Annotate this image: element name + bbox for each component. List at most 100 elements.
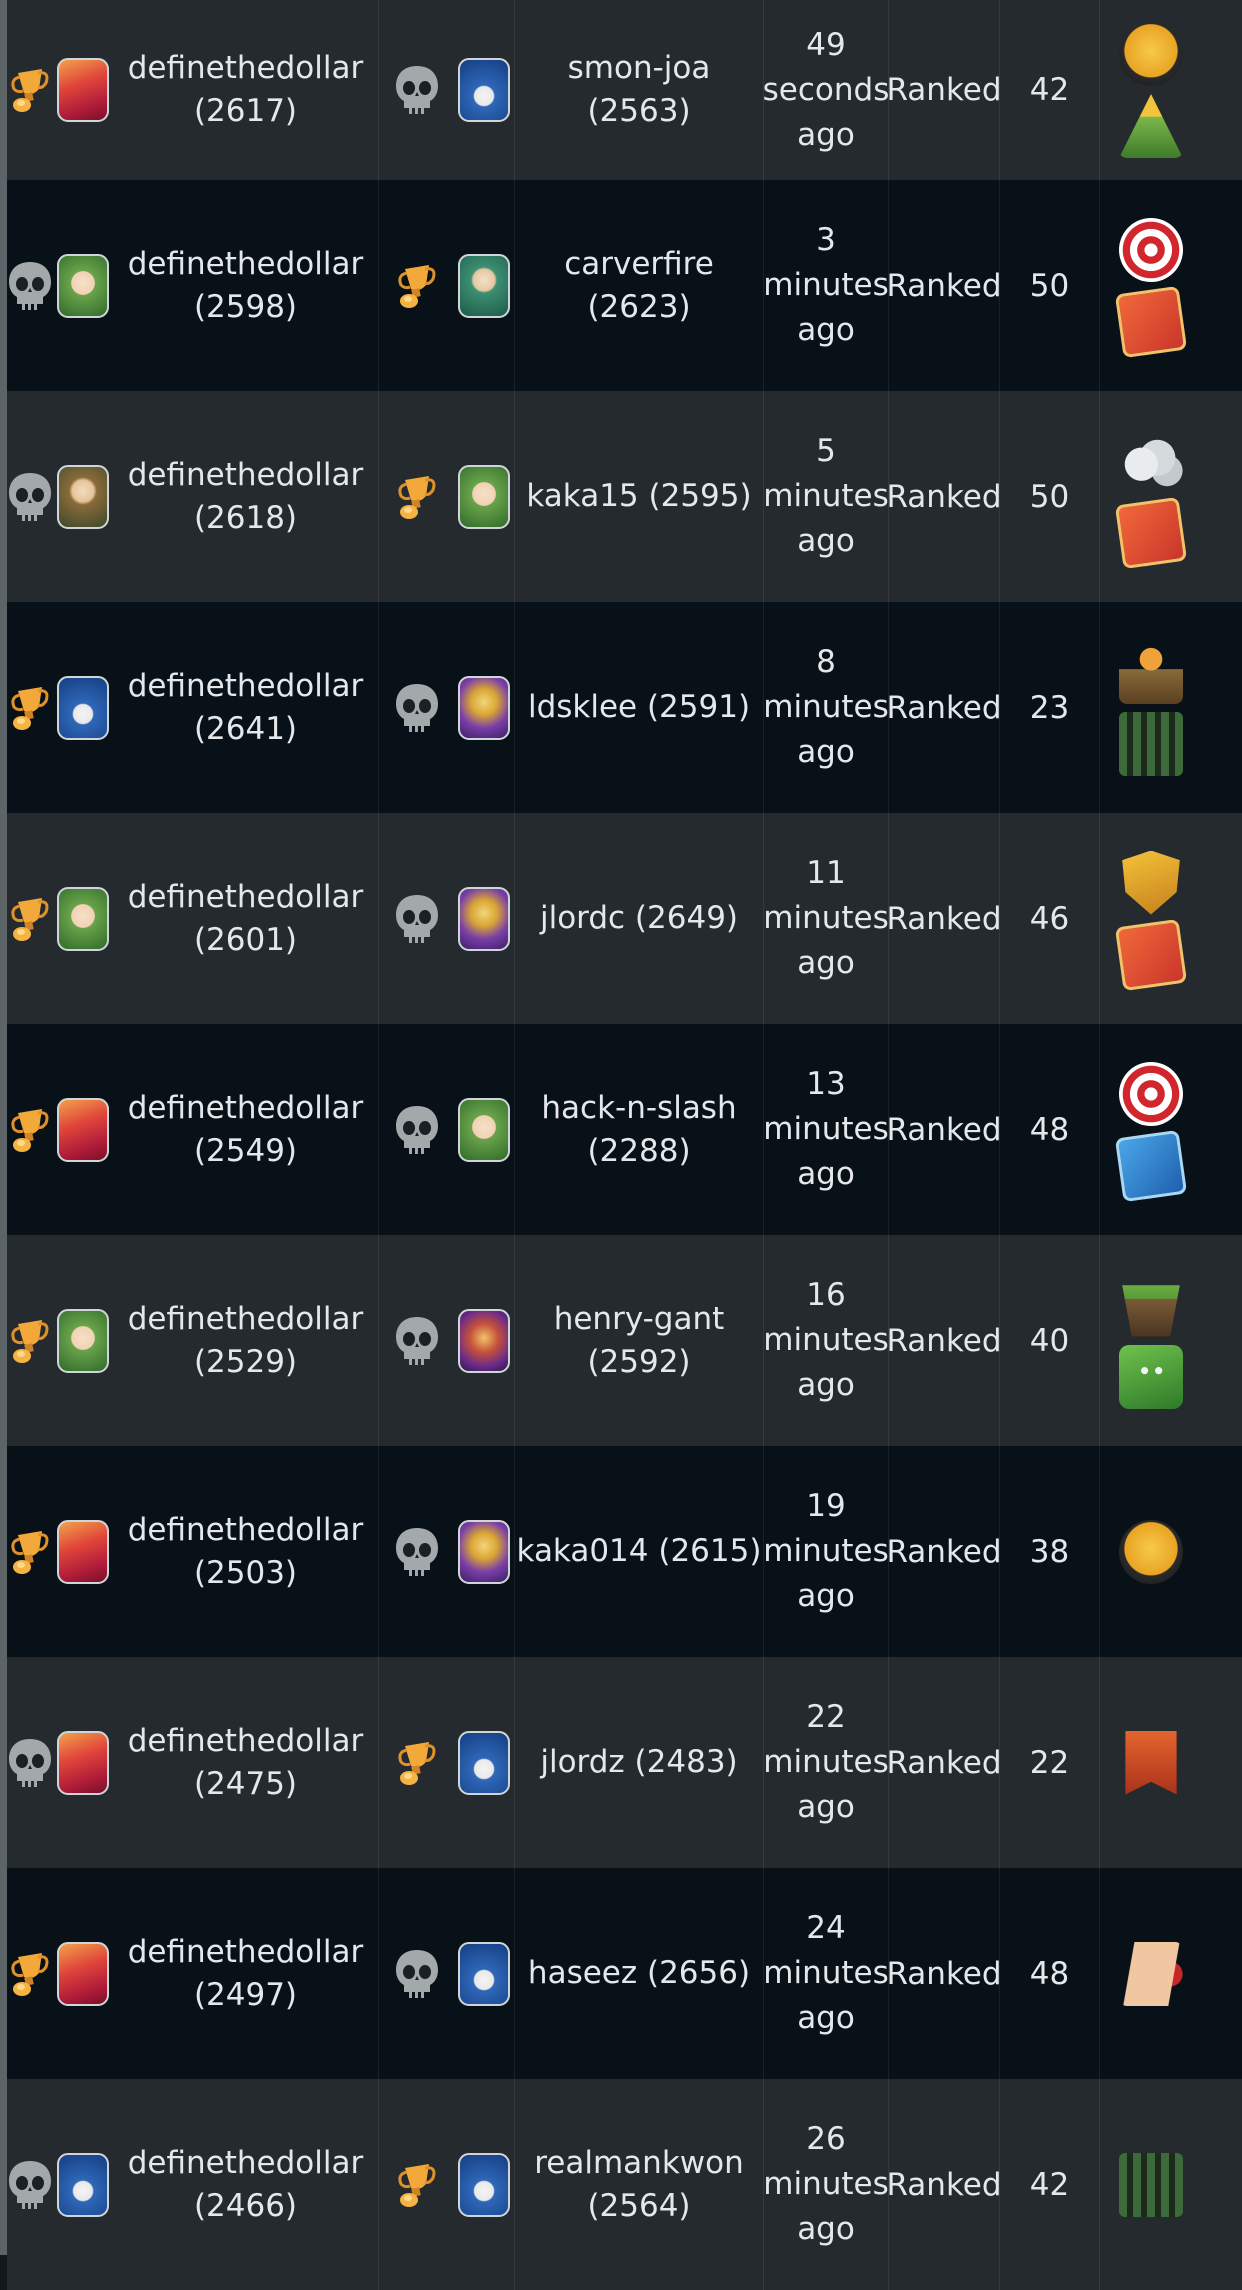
player-name[interactable]: definethedollar (2497) bbox=[113, 1868, 379, 2079]
opponent-name[interactable]: jlordc (2649) bbox=[514, 813, 764, 1024]
player-avatar[interactable] bbox=[57, 1308, 109, 1373]
player-name[interactable]: definethedollar (2466) bbox=[113, 2079, 379, 2290]
player-avatar[interactable] bbox=[57, 1519, 109, 1584]
player-name-text[interactable]: definethedollar bbox=[128, 2142, 363, 2185]
island-icon[interactable] bbox=[1122, 1285, 1180, 1337]
opponent-name[interactable]: kaka15 (2595) bbox=[514, 391, 764, 602]
battle-row[interactable]: definethedollar (2598) carverfire (2623) 3 m… bbox=[7, 180, 1242, 391]
player-name-text[interactable]: definethedollar bbox=[128, 1509, 363, 1552]
player-avatar-cell bbox=[53, 1235, 113, 1446]
opponent-name-text[interactable]: haseez (2656) bbox=[528, 1952, 750, 1995]
player-name[interactable]: definethedollar (2618) bbox=[113, 391, 379, 602]
player-name[interactable]: definethedollar (2503) bbox=[113, 1446, 379, 1657]
battle-row[interactable]: definethedollar (2475) jlordz (2483) 22 minu… bbox=[7, 1657, 1242, 1868]
opponent-name-text[interactable]: kaka15 (2595) bbox=[526, 475, 751, 518]
battle-row[interactable]: definethedollar (2601) jlordc (2649) 11 minu… bbox=[7, 813, 1242, 1024]
player-name-text[interactable]: definethedollar bbox=[128, 47, 363, 90]
opponent-avatar[interactable] bbox=[458, 464, 510, 529]
player-name[interactable]: definethedollar (2529) bbox=[113, 1235, 379, 1446]
opponent-name-text[interactable]: kaka014 (2615) bbox=[517, 1530, 762, 1573]
target-icon[interactable] bbox=[1119, 1061, 1183, 1126]
target-icon[interactable] bbox=[1119, 217, 1183, 282]
opponent-name[interactable]: realmankwon (2564) bbox=[514, 2079, 764, 2290]
opponent-name-text[interactable]: jlordc (2649) bbox=[540, 897, 738, 940]
red-cards-icon[interactable] bbox=[1114, 918, 1188, 991]
opponent-name[interactable]: smon-joa (2563) bbox=[514, 0, 764, 180]
opponent-name[interactable]: henry-gant (2592) bbox=[514, 1235, 764, 1446]
player-avatar[interactable] bbox=[57, 886, 109, 951]
mountain-icon[interactable] bbox=[1119, 94, 1183, 158]
player-avatar[interactable] bbox=[57, 58, 109, 122]
match-type: Ranked bbox=[886, 391, 1002, 602]
player-name[interactable]: definethedollar (2617) bbox=[113, 0, 379, 180]
player-name-text[interactable]: definethedollar bbox=[128, 454, 363, 497]
cloud-icon[interactable] bbox=[1119, 428, 1183, 493]
player-name[interactable]: definethedollar (2601) bbox=[113, 813, 379, 1024]
player-name-text[interactable]: definethedollar bbox=[128, 1087, 363, 1130]
opponent-name[interactable]: ldsklee (2591) bbox=[514, 602, 764, 813]
opponent-avatar[interactable] bbox=[458, 1519, 510, 1584]
opponent-name-text[interactable]: ldsklee (2591) bbox=[528, 686, 750, 729]
opponent-name-text[interactable]: hack-n-slash bbox=[541, 1087, 736, 1130]
player-name[interactable]: definethedollar (2598) bbox=[113, 180, 379, 391]
opponent-avatar[interactable] bbox=[458, 1730, 510, 1795]
player-name-text[interactable]: definethedollar bbox=[128, 1298, 363, 1341]
opponent-name[interactable]: haseez (2656) bbox=[514, 1868, 764, 2079]
shield-icon[interactable] bbox=[1122, 850, 1180, 915]
battle-row[interactable]: definethedollar (2466) realmankwon (2564) 26… bbox=[7, 2079, 1242, 2290]
opponent-avatar[interactable] bbox=[458, 886, 510, 951]
opponent-avatar[interactable] bbox=[458, 253, 510, 318]
player-avatar[interactable] bbox=[57, 675, 109, 740]
bars-icon[interactable] bbox=[1119, 711, 1183, 776]
player-name[interactable]: definethedollar (2475) bbox=[113, 1657, 379, 1868]
player-name-text[interactable]: definethedollar bbox=[128, 1931, 363, 1974]
blue-cards-icon[interactable] bbox=[1114, 1129, 1188, 1202]
opponent-name-text[interactable]: realmankwon bbox=[534, 2142, 744, 2185]
battle-row[interactable]: definethedollar (2618) kaka15 (2595) 5 minut… bbox=[7, 391, 1242, 602]
player-name-text[interactable]: definethedollar bbox=[128, 1720, 363, 1763]
opponent-name-text[interactable]: jlordz (2483) bbox=[540, 1741, 737, 1784]
red-cards-icon[interactable] bbox=[1114, 285, 1188, 358]
dark-sun-icon[interactable] bbox=[1119, 1519, 1183, 1584]
ruleset-icons bbox=[1100, 1235, 1202, 1446]
battle-row[interactable]: definethedollar (2503) kaka014 (2615) 19 min… bbox=[7, 1446, 1242, 1657]
opponent-avatar[interactable] bbox=[458, 1097, 510, 1162]
trophy-icon bbox=[379, 391, 454, 602]
player-avatar[interactable] bbox=[57, 1730, 109, 1795]
player-name[interactable]: definethedollar (2641) bbox=[113, 602, 379, 813]
opponent-name[interactable]: hack-n-slash (2288) bbox=[514, 1024, 764, 1235]
player-name-text[interactable]: definethedollar bbox=[128, 876, 363, 919]
opponent-name[interactable]: jlordz (2483) bbox=[514, 1657, 764, 1868]
goblin-icon[interactable] bbox=[1119, 1344, 1183, 1409]
opponent-avatar[interactable] bbox=[458, 58, 510, 122]
player-avatar[interactable] bbox=[57, 1097, 109, 1162]
battle-row[interactable]: definethedollar (2617) smon-joa (2563) 49 se… bbox=[7, 0, 1242, 180]
player-avatar[interactable] bbox=[57, 2152, 109, 2217]
player-name-text[interactable]: definethedollar bbox=[128, 243, 363, 286]
opponent-avatar[interactable] bbox=[458, 1941, 510, 2006]
player-avatar[interactable] bbox=[57, 253, 109, 318]
opponent-name-text[interactable]: smon-joa (2563) bbox=[515, 47, 763, 133]
player-name-text[interactable]: definethedollar bbox=[128, 665, 363, 708]
opponent-avatar[interactable] bbox=[458, 1308, 510, 1373]
battle-row[interactable]: definethedollar (2497) haseez (2656) 24 minu… bbox=[7, 1868, 1242, 2079]
player-name[interactable]: definethedollar (2549) bbox=[113, 1024, 379, 1235]
battle-row[interactable]: definethedollar (2549) hack-n-slash (2288) 1… bbox=[7, 1024, 1242, 1235]
battle-row[interactable]: definethedollar (2529) henry-gant (2592) 16 m… bbox=[7, 1235, 1242, 1446]
opponent-avatar[interactable] bbox=[458, 675, 510, 740]
battle-row[interactable]: definethedollar (2641) ldsklee (2591) 8 minu… bbox=[7, 602, 1242, 813]
player-avatar[interactable] bbox=[57, 464, 109, 529]
bars-icon[interactable] bbox=[1119, 2152, 1183, 2217]
opponent-name[interactable]: kaka014 (2615) bbox=[514, 1446, 764, 1657]
banner-icon[interactable] bbox=[1125, 1730, 1177, 1795]
player-avatar-cell bbox=[53, 602, 113, 813]
dark-sun-icon[interactable] bbox=[1119, 22, 1183, 86]
player-avatar[interactable] bbox=[57, 1941, 109, 2006]
bandage-icon[interactable] bbox=[1119, 1941, 1183, 2006]
opponent-name[interactable]: carverfire (2623) bbox=[514, 180, 764, 391]
red-cards-icon[interactable] bbox=[1114, 496, 1188, 569]
opponent-avatar[interactable] bbox=[458, 2152, 510, 2217]
training-dummy-icon[interactable] bbox=[1119, 639, 1183, 704]
opponent-name-text[interactable]: carverfire (2623) bbox=[515, 243, 763, 329]
opponent-name-text[interactable]: henry-gant bbox=[554, 1298, 725, 1341]
